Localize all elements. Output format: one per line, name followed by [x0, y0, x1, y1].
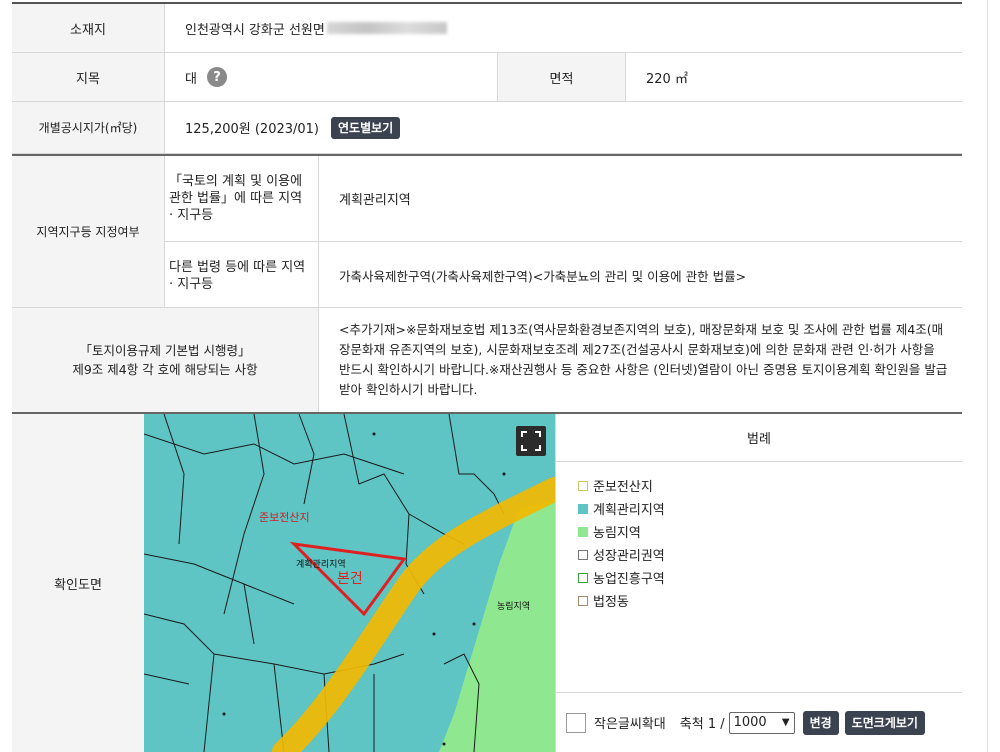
jimok-row: 지목 대 ? 면적 220 ㎡: [12, 53, 962, 102]
legend-swatch: [578, 572, 588, 583]
legend-footer: 작은글씨확대 축척 1 / 1000 ▼ 변경 도면크게보기: [556, 692, 962, 752]
yearly-view-button[interactable]: 연도별보기: [331, 116, 401, 139]
price-value-cell: 125,200원 (2023/01) 연도별보기: [165, 102, 962, 153]
jimok-value-cell: 대 ?: [165, 53, 498, 101]
enlarge-map-button[interactable]: 도면크게보기: [844, 710, 925, 735]
legend-swatch: [578, 526, 588, 537]
legend-item: 농업진흥구역: [578, 566, 665, 589]
legend-swatch: [578, 549, 588, 560]
legend-item: 농림지역: [578, 520, 665, 543]
scale-label: 축척 1 /: [679, 717, 725, 732]
map-label-bon: 본건: [337, 571, 363, 587]
map-label: 확인도면: [12, 414, 144, 752]
legend-label: 농업진흥구역: [593, 572, 665, 587]
legend-item: 계획관리지역: [578, 497, 665, 520]
land-use-plan-panel: 소재지 인천광역시 강화군 선원면 지목 대 ? 면적 220 ㎡ 개별공시지가…: [12, 2, 962, 752]
jimok-label: 지목: [12, 53, 165, 101]
enforcement-value: <추가기재>※문화재보호법 제13조(역사문화환경보존지역의 보호), 매장문화…: [339, 322, 948, 397]
legend-label: 농림지역: [593, 526, 641, 541]
zone-sub1-value: 계획관리지역: [319, 156, 962, 242]
page-scrollbar[interactable]: [987, 0, 988, 752]
map-label-jun: 준보전산지: [259, 511, 310, 524]
legend-list: 준보전산지계획관리지역농림지역성장관리권역농업진흥구역법정동: [578, 474, 665, 612]
scale-value: 1000: [733, 715, 767, 730]
zone-label: 지역지구등 지정여부: [12, 156, 165, 307]
legend-label: 성장관리권역: [593, 549, 665, 564]
enforcement-label-line1: 「토지이용규제 기본법 시행령」: [79, 343, 251, 358]
map-label-nong: 농림지역: [497, 602, 531, 612]
jimok-value: 대: [185, 71, 197, 87]
enforcement-label: 「토지이용규제 기본법 시행령」 제9조 제4항 각 호에 해당되는 사항: [12, 308, 319, 412]
address-value: 인천광역시 강화군 선원면: [185, 22, 325, 38]
area-label: 면적: [498, 53, 626, 101]
address-value-cell: 인천광역시 강화군 선원면: [165, 4, 962, 52]
parcel-map[interactable]: 준보전산지 계획관리지역 본건 농림지역: [144, 414, 555, 752]
legend-item: 준보전산지: [578, 474, 665, 497]
price-row: 개별공시지가(㎡당) 125,200원 (2023/01) 연도별보기: [12, 102, 962, 154]
legend-label: 계획관리지역: [593, 503, 665, 518]
fullscreen-icon[interactable]: [516, 426, 546, 456]
legend-swatch: [578, 480, 588, 491]
scale-select[interactable]: 1000 ▼: [728, 711, 795, 734]
change-button[interactable]: 변경: [802, 710, 839, 735]
zone-sub2-value: 가축사육제한구역(가축사육제한구역)<가축분뇨의 관리 및 이용에 관한 법률>: [339, 269, 747, 284]
price-label: 개별공시지가(㎡당): [12, 102, 165, 153]
legend-swatch: [578, 503, 588, 514]
address-label: 소재지: [12, 4, 165, 52]
zone-row: 지역지구등 지정여부 「국토의 계획 및 이용에 관한 법률」에 따른 지역 ·…: [12, 154, 962, 309]
address-row: 소재지 인천광역시 강화군 선원면: [12, 4, 962, 53]
legend-label: 준보전산지: [593, 480, 653, 495]
chevron-down-icon: ▼: [781, 717, 790, 728]
zone-sub2-label: 다른 법령 등에 따른 지역 · 지구등: [165, 242, 319, 309]
legend-item: 성장관리권역: [578, 543, 665, 566]
map-row: 확인도면 준보전산지 계획관리지역 본건 농림지역 범례 준보전산지 계획관리지…: [12, 414, 962, 752]
small-font-label: 작은글씨확대: [594, 717, 666, 732]
legend-title: 범례: [556, 414, 962, 462]
small-font-checkbox[interactable]: [566, 712, 586, 733]
price-value: 125,200원 (2023/01): [185, 122, 320, 137]
legend-panel: 범례 준보전산지계획관리지역농림지역성장관리권역농업진흥구역법정동 작은글씨확대…: [555, 414, 962, 752]
legend-swatch: [578, 595, 588, 606]
area-value: 220 ㎡: [646, 71, 688, 87]
question-icon[interactable]: ?: [206, 67, 227, 87]
redacted-address: [326, 22, 447, 34]
legend-item: 법정동: [578, 589, 665, 612]
enforcement-row: 「토지이용규제 기본법 시행령」 제9조 제4항 각 호에 해당되는 사항 <추…: [12, 308, 962, 414]
enforcement-label-line2: 제9조 제4항 각 호에 해당되는 사항: [72, 362, 258, 377]
zone-sub1-label: 「국토의 계획 및 이용에 관한 법률」에 따른 지역 · 지구등: [165, 156, 319, 242]
legend-label: 법정동: [593, 595, 629, 610]
